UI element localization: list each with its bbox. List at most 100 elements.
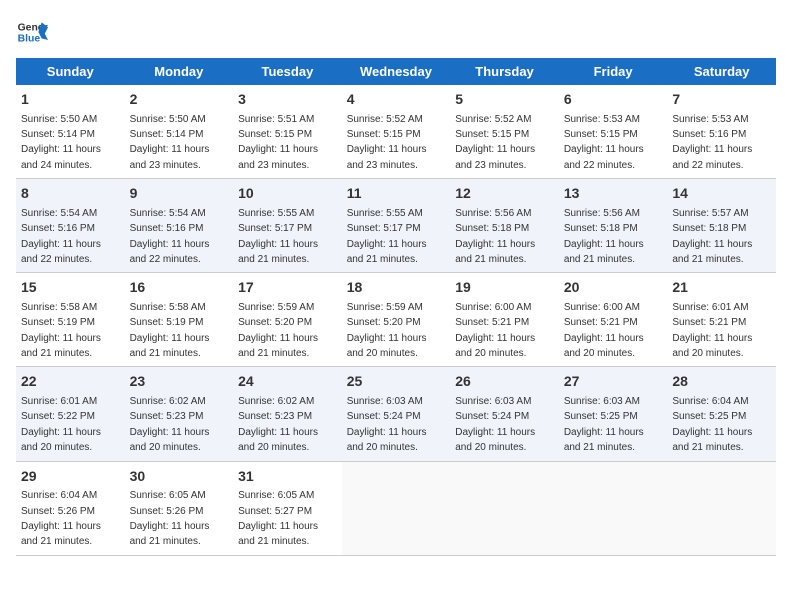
calendar-cell [342, 461, 451, 555]
weekday-header-wednesday: Wednesday [342, 58, 451, 85]
day-daylight: Daylight: 11 hours and 23 minutes. [130, 144, 210, 170]
calendar-cell: 1Sunrise: 5:50 AMSunset: 5:14 PMDaylight… [16, 85, 125, 179]
day-number: 27 [564, 372, 663, 392]
day-sunset: Sunset: 5:21 PM [564, 317, 638, 328]
calendar-week-5: 29 Sunrise: 6:04 AM Sunset: 5:26 PM Dayligh… [16, 461, 776, 555]
day-number: 15 [21, 278, 120, 298]
calendar-cell: 4Sunrise: 5:52 AMSunset: 5:15 PMDaylight… [342, 85, 451, 179]
day-sunrise: Sunrise: 5:51 AM [238, 114, 314, 125]
day-daylight: Daylight: 11 hours and 23 minutes. [347, 144, 427, 170]
day-sunset: Sunset: 5:19 PM [21, 317, 95, 328]
day-number: 5 [455, 90, 554, 110]
day-number: 19 [455, 278, 554, 298]
day-daylight: Daylight: 11 hours and 20 minutes. [130, 427, 210, 453]
day-sunrise: Sunrise: 6:04 AM [672, 396, 748, 407]
day-sunset: Sunset: 5:25 PM [672, 411, 746, 422]
weekday-header-sunday: Sunday [16, 58, 125, 85]
calendar-week-1: 1Sunrise: 5:50 AMSunset: 5:14 PMDaylight… [16, 85, 776, 179]
day-daylight: Daylight: 11 hours and 20 minutes. [455, 333, 535, 359]
day-daylight: Daylight: 11 hours and 21 minutes. [347, 239, 427, 265]
weekday-header-friday: Friday [559, 58, 668, 85]
day-number: 2 [130, 90, 229, 110]
day-daylight: Daylight: 11 hours and 20 minutes. [347, 333, 427, 359]
calendar-cell: 18Sunrise: 5:59 AMSunset: 5:20 PMDayligh… [342, 273, 451, 367]
day-sunrise: Sunrise: 5:54 AM [130, 208, 206, 219]
calendar-cell: 27Sunrise: 6:03 AMSunset: 5:25 PMDayligh… [559, 367, 668, 461]
day-sunset: Sunset: 5:15 PM [347, 129, 421, 140]
day-daylight: Daylight: 11 hours and 21 minutes. [130, 333, 210, 359]
day-daylight: Daylight: 11 hours and 21 minutes. [564, 427, 644, 453]
day-number: 18 [347, 278, 446, 298]
day-sunset: Sunset: 5:26 PM [21, 506, 95, 517]
day-number: 6 [564, 90, 663, 110]
day-number: 8 [21, 184, 120, 204]
day-daylight: Daylight: 11 hours and 20 minutes. [564, 333, 644, 359]
day-sunset: Sunset: 5:25 PM [564, 411, 638, 422]
day-sunset: Sunset: 5:21 PM [672, 317, 746, 328]
day-sunrise: Sunrise: 6:01 AM [21, 396, 97, 407]
calendar-cell: 25Sunrise: 6:03 AMSunset: 5:24 PMDayligh… [342, 367, 451, 461]
calendar-cell: 7 Sunrise: 5:53 AM Sunset: 5:16 PM Daylight… [667, 85, 776, 179]
day-daylight: Daylight: 11 hours and 21 minutes. [564, 239, 644, 265]
calendar-cell: 8Sunrise: 5:54 AMSunset: 5:16 PMDaylight… [16, 179, 125, 273]
day-sunrise: Sunrise: 6:04 AM [21, 490, 97, 501]
day-number: 11 [347, 184, 446, 204]
day-sunset: Sunset: 5:26 PM [130, 506, 204, 517]
day-daylight: Daylight: 11 hours and 23 minutes. [455, 144, 535, 170]
day-daylight: Daylight: 11 hours and 23 minutes. [238, 144, 318, 170]
day-sunset: Sunset: 5:14 PM [21, 129, 95, 140]
calendar-cell: 11Sunrise: 5:55 AMSunset: 5:17 PMDayligh… [342, 179, 451, 273]
day-number: 1 [21, 90, 120, 110]
day-number: 23 [130, 372, 229, 392]
calendar-cell: 20 Sunrise: 6:00 AM Sunset: 5:21 PM Dayligh… [559, 273, 668, 367]
day-sunrise: Sunrise: 5:53 AM [564, 114, 640, 125]
day-daylight: Daylight: 11 hours and 21 minutes. [21, 521, 101, 547]
day-daylight: Daylight: 11 hours and 20 minutes. [672, 333, 752, 359]
day-sunrise: Sunrise: 6:00 AM [455, 302, 531, 313]
day-sunrise: Sunrise: 5:55 AM [238, 208, 314, 219]
day-sunset: Sunset: 5:17 PM [238, 223, 312, 234]
day-daylight: Daylight: 11 hours and 21 minutes. [130, 521, 210, 547]
calendar-week-3: 15Sunrise: 5:58 AMSunset: 5:19 PMDayligh… [16, 273, 776, 367]
day-sunrise: Sunrise: 5:53 AM [672, 114, 748, 125]
logo: General Blue [16, 16, 48, 48]
day-number: 24 [238, 372, 337, 392]
day-number: 10 [238, 184, 337, 204]
calendar-cell: 26Sunrise: 6:03 AMSunset: 5:24 PMDayligh… [450, 367, 559, 461]
day-number: 30 [130, 467, 229, 487]
day-daylight: Daylight: 11 hours and 21 minutes. [238, 239, 318, 265]
day-number: 26 [455, 372, 554, 392]
day-sunset: Sunset: 5:16 PM [672, 129, 746, 140]
day-number: 20 [564, 278, 663, 298]
day-sunrise: Sunrise: 6:00 AM [564, 302, 640, 313]
day-daylight: Daylight: 11 hours and 22 minutes. [130, 239, 210, 265]
day-number: 31 [238, 467, 337, 487]
day-daylight: Daylight: 11 hours and 22 minutes. [672, 144, 752, 170]
weekday-header-row: SundayMondayTuesdayWednesdayThursdayFrid… [16, 58, 776, 85]
weekday-header-monday: Monday [125, 58, 234, 85]
day-number: 7 [672, 90, 771, 110]
day-sunset: Sunset: 5:18 PM [564, 223, 638, 234]
day-daylight: Daylight: 11 hours and 20 minutes. [455, 427, 535, 453]
day-daylight: Daylight: 11 hours and 20 minutes. [238, 427, 318, 453]
weekday-header-thursday: Thursday [450, 58, 559, 85]
day-number: 28 [672, 372, 771, 392]
day-sunset: Sunset: 5:16 PM [21, 223, 95, 234]
weekday-header-tuesday: Tuesday [233, 58, 342, 85]
day-daylight: Daylight: 11 hours and 21 minutes. [455, 239, 535, 265]
day-number: 17 [238, 278, 337, 298]
calendar-cell: 21Sunrise: 6:01 AMSunset: 5:21 PMDayligh… [667, 273, 776, 367]
day-sunset: Sunset: 5:15 PM [238, 129, 312, 140]
calendar-cell: 29 Sunrise: 6:04 AM Sunset: 5:26 PM Dayligh… [16, 461, 125, 555]
svg-text:Blue: Blue [18, 34, 41, 45]
day-sunset: Sunset: 5:24 PM [455, 411, 529, 422]
day-number: 16 [130, 278, 229, 298]
calendar-cell: 19Sunrise: 6:00 AMSunset: 5:21 PMDayligh… [450, 273, 559, 367]
day-daylight: Daylight: 11 hours and 21 minutes. [672, 239, 752, 265]
day-sunset: Sunset: 5:24 PM [347, 411, 421, 422]
day-sunrise: Sunrise: 5:52 AM [347, 114, 423, 125]
day-daylight: Daylight: 11 hours and 22 minutes. [564, 144, 644, 170]
day-number: 29 [21, 467, 120, 487]
day-sunset: Sunset: 5:19 PM [130, 317, 204, 328]
day-number: 12 [455, 184, 554, 204]
